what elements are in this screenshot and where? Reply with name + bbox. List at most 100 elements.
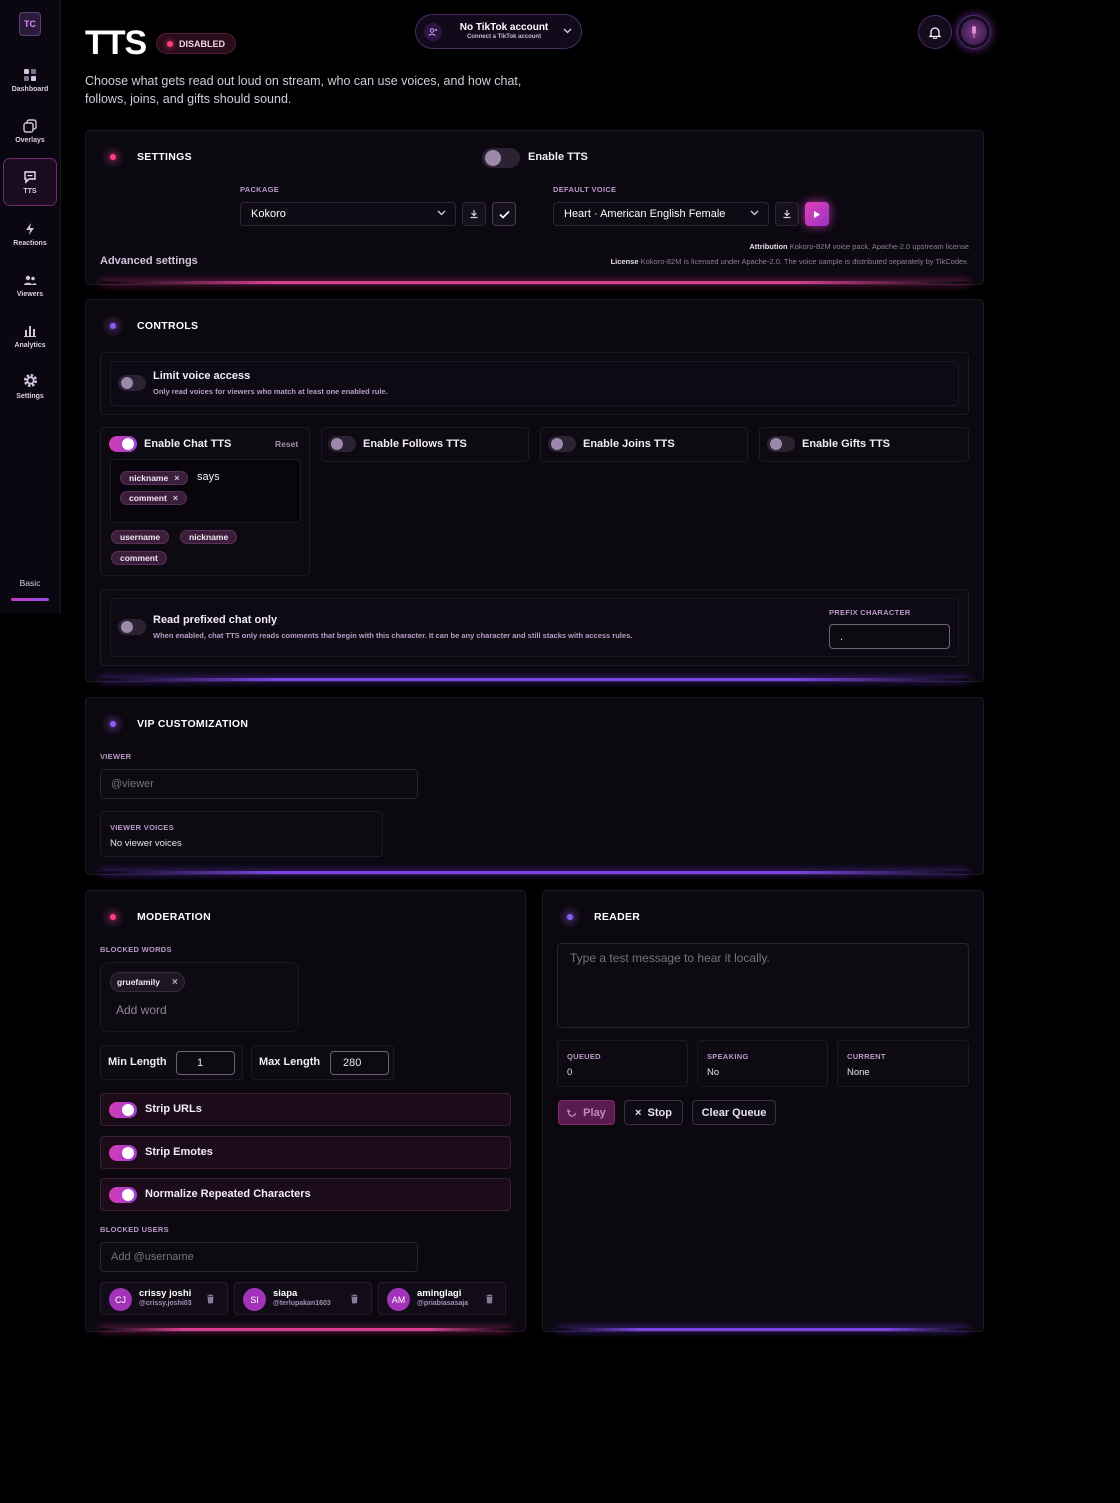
- remove-chip-icon[interactable]: ×: [174, 473, 179, 483]
- sidebar-item-dashboard[interactable]: Dashboard: [3, 56, 57, 104]
- default-voice-value: Heart · American English Female: [564, 208, 726, 220]
- download-voice-button[interactable]: [775, 202, 799, 226]
- advanced-settings-link[interactable]: Advanced settings: [100, 255, 198, 267]
- gifts-tts-label: Enable Gifts TTS: [802, 438, 891, 450]
- sidebar-item-viewers[interactable]: Viewers: [3, 261, 57, 309]
- chevron-down-icon: [437, 210, 446, 216]
- variable-chip-nickname[interactable]: nickname: [180, 530, 238, 544]
- user-name: siapa: [273, 1288, 298, 1299]
- gifts-tts-toggle[interactable]: [767, 436, 795, 452]
- settings-glow: [100, 281, 969, 284]
- gear-icon: [23, 373, 37, 388]
- account-subtitle: Connect a TikTok account: [466, 34, 542, 40]
- attribution-line: Attribution Kokoro-82M voice pack, Apach…: [749, 242, 969, 251]
- sidebar-item-analytics[interactable]: Analytics: [3, 312, 57, 360]
- joins-tts-toggle[interactable]: [548, 436, 576, 452]
- user-handle: @terlupakan1603: [273, 1300, 331, 1307]
- vip-glow: [100, 871, 969, 874]
- section-dot-icon: [103, 316, 123, 336]
- sidebar-item-label: Viewers: [16, 290, 44, 298]
- template-chip-label: nickname: [129, 473, 169, 483]
- preview-voice-button[interactable]: [805, 202, 829, 226]
- normalize-toggle[interactable]: [109, 1187, 137, 1203]
- add-user-input[interactable]: [100, 1242, 418, 1272]
- variable-chip-username[interactable]: username: [111, 530, 170, 544]
- add-word-input[interactable]: Add word: [116, 1003, 167, 1017]
- max-length-input[interactable]: 280: [330, 1051, 389, 1075]
- chat-bubble-icon: [24, 170, 36, 184]
- viewer-voices-label: VIEWER VOICES: [110, 823, 174, 832]
- controls-title-text: CONTROLS: [137, 320, 199, 332]
- remove-chip-icon[interactable]: ×: [172, 977, 178, 988]
- apply-package-button[interactable]: [492, 202, 516, 226]
- account-switcher[interactable]: No TikTok account Connect a TikTok accou…: [415, 14, 582, 49]
- avatar: SI: [243, 1288, 266, 1311]
- limit-access-toggle[interactable]: [118, 375, 146, 391]
- account-icon: [424, 23, 442, 41]
- app-logo[interactable]: TC: [19, 12, 41, 36]
- enable-tts-toggle[interactable]: [482, 148, 520, 168]
- notifications-button[interactable]: [918, 15, 952, 49]
- close-icon: ×: [635, 1106, 642, 1119]
- default-voice-select[interactable]: Heart · American English Female: [553, 202, 769, 226]
- reader-title: READER: [560, 907, 640, 927]
- queued-stat: QUEUED 0: [557, 1040, 688, 1087]
- sidebar-item-label: Reactions: [13, 239, 47, 247]
- trash-icon[interactable]: [485, 1294, 494, 1304]
- profile-avatar-button[interactable]: [957, 15, 991, 49]
- chat-tts-toggle[interactable]: [109, 436, 137, 452]
- follows-tts-toggle[interactable]: [328, 436, 356, 452]
- stop-button[interactable]: × Stop: [624, 1100, 683, 1125]
- queued-value: 0: [567, 1067, 573, 1078]
- variable-chip-comment[interactable]: comment: [111, 551, 167, 565]
- reader-glow: [557, 1328, 969, 1331]
- lightning-icon: [26, 222, 34, 235]
- enable-tts-label: Enable TTS: [528, 151, 588, 163]
- page-subtitle: Choose what gets read out loud on stream…: [85, 74, 522, 106]
- status-dot-icon: [167, 40, 173, 47]
- sidebar-item-settings[interactable]: Settings: [3, 362, 57, 410]
- vip-title-text: VIP CUSTOMIZATION: [137, 718, 249, 730]
- play-button[interactable]: Play: [558, 1100, 615, 1125]
- download-package-button[interactable]: [462, 202, 486, 226]
- sidebar-item-overlays[interactable]: Overlays: [3, 107, 57, 155]
- package-select[interactable]: Kokoro: [240, 202, 456, 226]
- trash-icon[interactable]: [206, 1294, 215, 1304]
- template-chip[interactable]: nickname ×: [120, 471, 189, 485]
- follows-tts-label: Enable Follows TTS: [363, 438, 467, 450]
- chevron-down-icon: [750, 210, 759, 216]
- blocked-user-card: CJ crissy joshi @crissy.joshi03: [100, 1282, 228, 1315]
- trash-icon[interactable]: [350, 1294, 359, 1304]
- prefix-char-input[interactable]: .: [829, 624, 950, 649]
- speaking-label: SPEAKING: [707, 1052, 749, 1061]
- viewer-voices-value: No viewer voices: [110, 838, 182, 849]
- sidebar-item-reactions[interactable]: Reactions: [3, 210, 57, 258]
- moderation-title: MODERATION: [103, 907, 211, 927]
- template-chip[interactable]: comment ×: [120, 491, 188, 505]
- license-key: License: [610, 257, 639, 266]
- plan-label: Basic: [19, 578, 41, 588]
- bar-chart-icon: [24, 325, 36, 337]
- viewer-input[interactable]: [100, 769, 418, 799]
- strip-emotes-toggle[interactable]: [109, 1145, 137, 1161]
- play-button-label: Play: [583, 1106, 606, 1119]
- chat-tts-reset-button[interactable]: Reset: [275, 439, 298, 449]
- remove-chip-icon[interactable]: ×: [173, 493, 178, 503]
- license-line: License Kokoro-82M is licensed under Apa…: [611, 257, 969, 266]
- play-icon: [814, 210, 820, 218]
- attribution-value: Kokoro-82M voice pack, Apache-2.0 upstre…: [789, 242, 969, 251]
- chat-tts-label: Enable Chat TTS: [144, 438, 232, 450]
- controls-title: CONTROLS: [103, 316, 198, 336]
- microphone-icon: [972, 26, 976, 38]
- min-length-input[interactable]: 1: [176, 1051, 235, 1075]
- reader-title-text: READER: [594, 911, 641, 923]
- prefix-toggle[interactable]: [118, 619, 146, 635]
- download-icon: [783, 210, 791, 219]
- test-message-textarea[interactable]: [557, 943, 969, 1028]
- sidebar-item-tts[interactable]: TTS: [3, 158, 57, 206]
- blocked-word-chip[interactable]: gruefamily ×: [110, 972, 185, 992]
- account-title: No TikTok account: [459, 22, 549, 33]
- strip-urls-toggle[interactable]: [109, 1102, 137, 1118]
- sidebar-item-label: Settings: [16, 393, 44, 400]
- clear-queue-button[interactable]: Clear Queue: [692, 1100, 776, 1125]
